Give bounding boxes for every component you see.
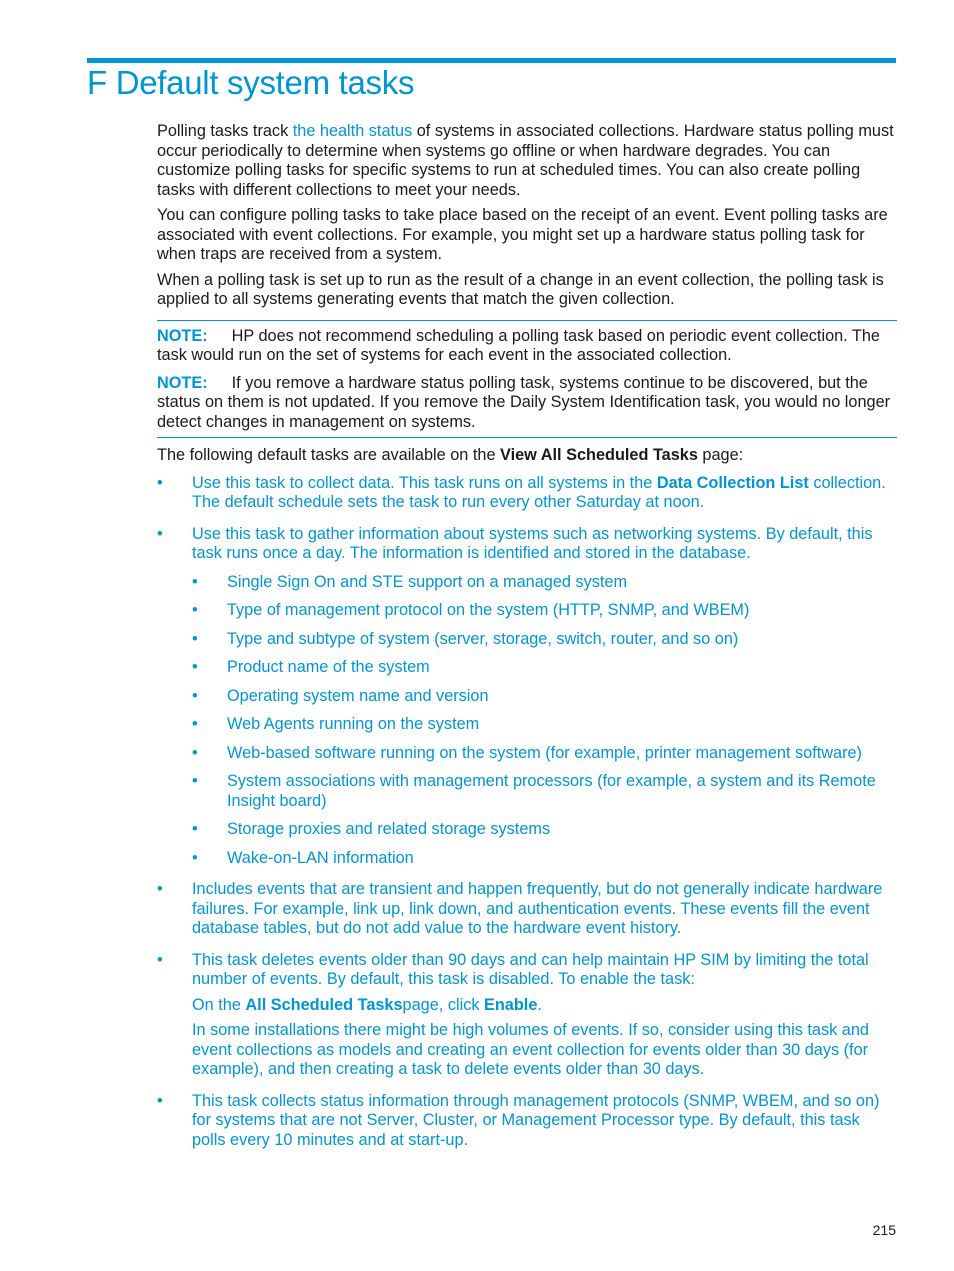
task-subitem: Product name of the system bbox=[192, 658, 897, 678]
page-content: Polling tasks track the health status of… bbox=[157, 122, 897, 1162]
task-text: Use this task to gather information abou… bbox=[192, 524, 873, 563]
task-subitem: Web Agents running on the system bbox=[192, 715, 897, 735]
task-text: Use this task to collect data. This task… bbox=[192, 473, 657, 492]
task-subitem: Storage proxies and related storage syst… bbox=[192, 820, 897, 840]
task-subitem: Web-based software running on the system… bbox=[192, 744, 897, 764]
notes-block: NOTE: HP does not recommend scheduling a … bbox=[157, 319, 897, 438]
task-text: Includes events that are transient and h… bbox=[192, 880, 883, 937]
note: NOTE: HP does not recommend scheduling a … bbox=[157, 327, 897, 366]
tasks-intro-text: page: bbox=[697, 446, 744, 464]
step-text: page, click bbox=[402, 995, 484, 1014]
chapter-title: F Default system tasks bbox=[87, 64, 415, 101]
note: NOTE: If you remove a hardware status pol… bbox=[157, 374, 897, 433]
task-text: This task collects status information th… bbox=[192, 1091, 880, 1149]
note-label: NOTE: bbox=[157, 326, 208, 345]
note-text: HP does not recommend scheduling a polli… bbox=[157, 326, 880, 365]
task-item: This task deletes events older than 90 d… bbox=[157, 951, 897, 1080]
task-subitem-list: Single Sign On and STE support on a mana… bbox=[192, 573, 897, 869]
page-number: 215 bbox=[872, 1222, 896, 1238]
task-subitem: System associations with management proc… bbox=[192, 772, 897, 811]
intro-paragraph-1: Polling tasks track the health status of… bbox=[157, 122, 897, 200]
task-extra-text: In some installations there might be hig… bbox=[192, 1021, 869, 1078]
all-scheduled-tasks-ref: All Scheduled Tasks bbox=[245, 995, 403, 1014]
task-subitem: Type of management protocol on the syste… bbox=[192, 601, 897, 621]
note-text: If you remove a hardware status polling … bbox=[157, 373, 891, 431]
tasks-intro-text: The following default tasks are availabl… bbox=[157, 446, 501, 464]
note-label: NOTE: bbox=[157, 373, 208, 392]
step-text: On the bbox=[192, 995, 246, 1014]
task-item: Use this task to collect data. This task… bbox=[157, 474, 897, 513]
enable-ref: Enable bbox=[484, 995, 538, 1014]
enable-step: On the All Scheduled Taskspage, click En… bbox=[192, 996, 897, 1016]
task-item: Includes events that are transient and h… bbox=[157, 880, 897, 939]
task-list: Use this task to collect data. This task… bbox=[157, 474, 897, 1151]
view-all-scheduled-tasks-ref: View All Scheduled Tasks bbox=[500, 446, 698, 464]
header-rule bbox=[87, 58, 896, 63]
health-status-link[interactable]: the health status bbox=[293, 122, 412, 140]
task-item: This task collects status information th… bbox=[157, 1092, 897, 1151]
task-subitem: Type and subtype of system (server, stor… bbox=[192, 630, 897, 650]
task-subitem: Single Sign On and STE support on a mana… bbox=[192, 573, 897, 593]
intro-text: Polling tasks track bbox=[157, 122, 293, 140]
step-text: . bbox=[537, 995, 542, 1014]
intro-paragraph-3: When a polling task is set up to run as … bbox=[157, 270, 884, 309]
task-text: This task deletes events older than 90 d… bbox=[192, 950, 869, 989]
task-item: Use this task to gather information abou… bbox=[157, 525, 897, 869]
tasks-intro: The following default tasks are availabl… bbox=[157, 446, 897, 466]
intro-paragraph-2: You can configure polling tasks to take … bbox=[157, 206, 888, 263]
task-subitem: Wake-on-LAN information bbox=[192, 849, 897, 869]
data-collection-list-ref: Data Collection List bbox=[656, 473, 809, 492]
task-subitem: Operating system name and version bbox=[192, 687, 897, 707]
